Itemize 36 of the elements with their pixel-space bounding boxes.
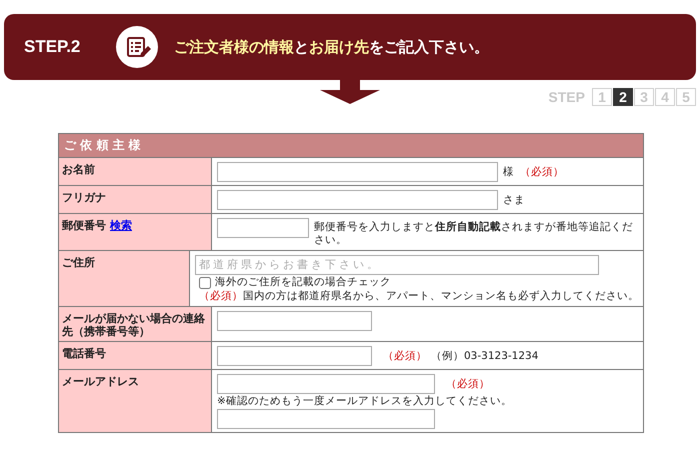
checkbox[interactable] xyxy=(199,276,211,288)
search-link[interactable]: 検索 xyxy=(110,219,132,232)
field-label: フリガナ xyxy=(62,191,106,204)
field-label: お名前 xyxy=(62,163,95,176)
required-mark: （必須） xyxy=(520,166,564,178)
required-mark: （必須） xyxy=(199,290,243,303)
input-field[interactable] xyxy=(217,346,372,366)
form-edit-icon xyxy=(116,26,158,68)
field-text: 様 xyxy=(503,166,514,178)
field-label: メールが届かない場合の連絡先（携帯番号等） xyxy=(62,312,205,338)
input-field[interactable]: 都道府県からお書き下さい。 xyxy=(195,255,599,275)
heading-text: と xyxy=(294,38,309,56)
heading-text: をご記入下さい。 xyxy=(369,38,489,56)
heading-text: お届け先 xyxy=(309,38,369,56)
section-header: ご 依 頼 主 様 xyxy=(59,134,643,158)
input-field[interactable] xyxy=(217,162,498,182)
field-text: （例）03-3123-1234 xyxy=(431,350,538,362)
field-label: メールアドレス xyxy=(62,375,139,388)
step-label: STEP.2 xyxy=(24,37,82,57)
input-field[interactable] xyxy=(217,218,309,238)
field-label: ご住所 xyxy=(62,256,95,269)
field-text: ※確認のためもう一度メールアドレスを入力してください。 xyxy=(217,395,512,408)
required-mark: （必須） xyxy=(446,378,490,390)
input-field[interactable] xyxy=(217,190,498,210)
step-indicator: 2 xyxy=(613,88,633,106)
field-text: 国内の方は都道府県名から、アパート、マンション名も必ず入力してください。 xyxy=(243,290,639,303)
field-label: 郵便番号 xyxy=(62,219,106,232)
input-field[interactable] xyxy=(217,374,435,394)
input-field[interactable] xyxy=(217,311,372,331)
field-text: さま xyxy=(503,194,525,206)
required-mark: （必須） xyxy=(383,350,427,362)
heading-text: ご注文者様の情報 xyxy=(174,38,294,56)
field-note: 郵便番号を入力しますと住所自動記載されますが番地等追記ください。 xyxy=(314,220,634,247)
field-label: 電話番号 xyxy=(62,347,106,360)
input-field[interactable] xyxy=(217,409,435,429)
checkbox-label: 海外のご住所を記載の場合チェック xyxy=(215,276,391,289)
